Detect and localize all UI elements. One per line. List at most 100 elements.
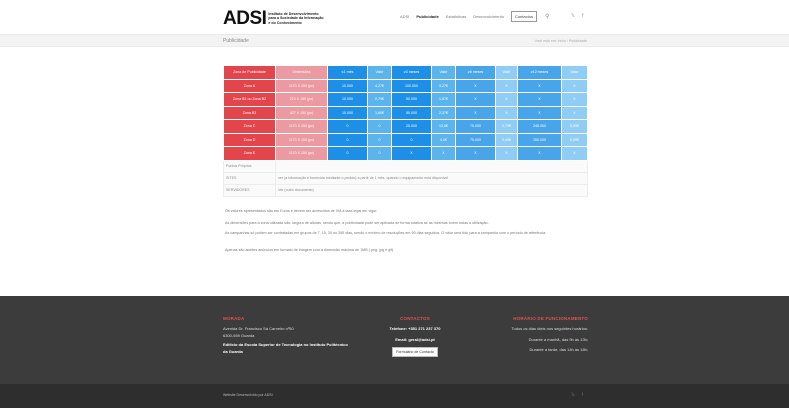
table-cell: 245.000 (517, 119, 562, 134)
footer-hours: HORÁRIO DE FUNCIONAMENTO Todos os dias ú… (470, 316, 589, 354)
site-header: ADSI Instituto de Desenvolvimento para a… (0, 0, 789, 34)
table-header-row: Zona de Publicidade Dimensões ≤1 mês Val… (223, 65, 588, 80)
note-text: As campanhas só podem ser contratadas em… (225, 231, 547, 235)
contact-form-button[interactable]: Formulário de Contacto (392, 347, 438, 357)
contact-button[interactable]: Contactos (510, 11, 537, 22)
table-cell: X (455, 146, 496, 161)
table-cell: X (517, 105, 562, 120)
table-cell: 210 X 150 (px) (275, 92, 328, 107)
table-header: Dimensões (275, 65, 328, 80)
table-cell: 4,27€ (367, 78, 392, 93)
site-logo[interactable]: ADSI Instituto de Desenvolvimento para a… (223, 9, 326, 28)
footer-heading: HORÁRIO DE FUNCIONAMENTO (513, 316, 588, 321)
table-cell: 427 X 150 (px) (275, 105, 328, 120)
nav-item-desenvolvimento[interactable]: Desenvolvimento (473, 14, 504, 19)
table-header: Valor (431, 65, 456, 80)
table-cell: 0 (391, 132, 432, 147)
table-cell: X (561, 78, 588, 93)
table-cell: 5,99€ (561, 119, 588, 134)
table-cell: X (561, 146, 588, 161)
facebook-icon[interactable]: f (582, 13, 583, 19)
hours-line: Durante a manhã, das 9h às 13h; (528, 336, 588, 342)
zone-name-cell: Zona D (223, 132, 276, 147)
table-cell: 3,49€ (495, 132, 518, 147)
contact-phone[interactable]: Telefone: +351 271 237 370 (370, 326, 460, 333)
table-cell: 2,37€ (431, 105, 456, 120)
table-cell: 75.000 (455, 132, 496, 147)
page-titlebar: Publicidade Você está em: Início / Publi… (0, 34, 789, 47)
twitter-icon[interactable]: 𝕏 (571, 13, 575, 19)
table-header: ≤1 mês (327, 65, 368, 80)
table-row: Zona C 1170 X 150 (px) 0 0 25.000 13,0€ 75.000… (223, 119, 588, 134)
table-cell: X (517, 146, 562, 161)
table-cell: X (455, 105, 496, 120)
table-cell: 0 (367, 132, 392, 147)
copyright: Website Desenvolvido por ADSI (223, 393, 273, 397)
table-header: Valor (495, 65, 518, 80)
table-cell: 13,0€ (431, 119, 456, 134)
zone-name-cell: Zona C (223, 119, 276, 134)
nav-item-publicidade[interactable]: Publicidade (416, 14, 438, 19)
page-title: Publicidade (223, 38, 249, 44)
table-row: Zona B1 ou Zona B2 210 X 150 (px) 10.000 2,… (223, 92, 588, 107)
table-header: Zona de Publicidade (223, 65, 276, 80)
table-cell: X (391, 146, 432, 161)
table-cell: 0 (367, 146, 392, 161)
table-cell: X (561, 92, 588, 107)
hours-line: Todos os dias úteis nos seguintes horári… (511, 326, 589, 331)
table-cell: X (455, 92, 496, 107)
nav-item-estatisticas[interactable]: Estatísticas (446, 14, 466, 19)
table-cell: 1170 X 150 (px) (275, 78, 328, 93)
info-value (275, 159, 588, 173)
table-cell: 2,79€ (367, 92, 392, 107)
table-cell: 25.000 (391, 119, 432, 134)
twitter-icon[interactable]: 𝕏 (571, 392, 575, 398)
info-label: SERVIDORES (223, 183, 276, 197)
table-cell: 50.000 (391, 92, 432, 107)
table-cell: 1170 X 150 (px) (275, 146, 328, 161)
info-row: SERVIDORES Ver (outro documento) (223, 183, 588, 197)
info-value: ver (a informação é fornecida mediante o… (275, 171, 588, 185)
zone-name-cell: Zona B3 (223, 105, 276, 120)
breadcrumb[interactable]: Você está em: Início / Publicidade (534, 39, 587, 43)
table-row: Zona B3 427 X 150 (px) 10.000 1,60€ 50.000 2,… (223, 105, 588, 120)
table-cell: X (517, 78, 562, 93)
page: ADSI Instituto de Desenvolvimento para a… (0, 0, 789, 408)
info-label: Pontos Próprios (223, 159, 276, 173)
info-value[interactable]: Ver (outro documento) (275, 183, 588, 197)
nav-item-adsi[interactable]: ADSI (400, 14, 409, 19)
table-cell: 1,60€ (367, 105, 392, 120)
table-cell: 1,57€ (431, 92, 456, 107)
header-social: 𝕏 f (571, 13, 590, 19)
table-cell: X (495, 146, 518, 161)
zone-name-cell: Zona B1 ou Zona B2 (223, 92, 276, 107)
table-cell: X (561, 105, 588, 120)
table-header: ≥12 meses (517, 65, 562, 80)
footer-address: MORADA Avenida Dr. Francisco Sá Carneiro… (223, 316, 353, 355)
table-header: ≥3 meses (391, 65, 432, 80)
facebook-icon[interactable]: f (582, 392, 583, 398)
table-cell: X (495, 92, 518, 107)
info-rows: Pontos Próprios SITES ver (a informação … (223, 159, 588, 197)
table-cell: 0 (327, 146, 368, 161)
note-text: Apenas são aceites anúncios em formato d… (225, 248, 395, 252)
note-text: Os valores apresentados são em Euros e d… (225, 209, 378, 213)
table-row: Zona D 1170 X 150 (px) 0 0 0 0,0€ 75.000 3,49€ 1… (223, 132, 588, 147)
footer-heading: MORADA (223, 316, 245, 321)
address-line: 6300-559 Guarda (223, 332, 255, 338)
zone-name-cell: Zona E (223, 146, 276, 161)
pricing-table-wrap: Zona de Publicidade Dimensões ≤1 mês Val… (223, 65, 588, 197)
main-nav: ADSI Publicidade Estatísticas Desenvolvi… (400, 11, 559, 22)
table-cell: 0 (367, 119, 392, 134)
table-row: Zona A 1170 X 150 (px) 10.000 4,27€ 100.000 3… (223, 78, 588, 93)
footer-social: 𝕏 f (571, 392, 590, 398)
info-row: Pontos Próprios (223, 159, 588, 173)
table-cell: 160.000 (517, 132, 562, 147)
pricing-table-body: Zona A 1170 X 150 (px) 10.000 4,27€ 100.000 3… (223, 78, 588, 161)
footer-bottom-bar: Website Desenvolvido por ADSI 𝕏 f (0, 384, 789, 408)
search-icon[interactable]: ⚲ (545, 14, 549, 20)
contact-email[interactable]: Email: geral@adsi.pt (370, 337, 460, 344)
site-footer: MORADA Avenida Dr. Francisco Sá Carneiro… (0, 296, 789, 384)
table-header: ≥6 meses (455, 65, 496, 80)
table-cell: 50.000 (391, 105, 432, 120)
